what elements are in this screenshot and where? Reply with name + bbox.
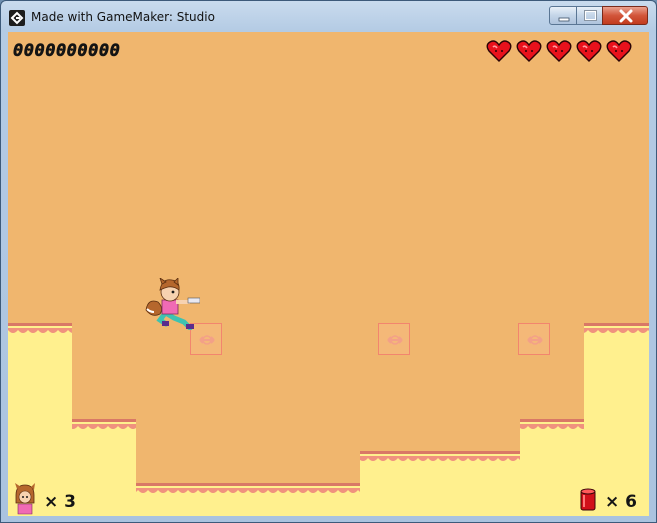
- game-canvas[interactable]: 0000000000 × 3 × 6: [8, 32, 649, 516]
- title-bar[interactable]: Made with GameMaker: Studio: [1, 1, 656, 33]
- heart-icon: [576, 40, 602, 62]
- maximize-button[interactable]: [576, 6, 603, 25]
- terrain: [8, 323, 649, 516]
- heart-icon: [486, 40, 512, 62]
- gamemaker-icon: [9, 10, 25, 26]
- score-counter: 0000000000: [13, 41, 121, 62]
- minimize-button[interactable]: [549, 6, 577, 25]
- heart-icon: [546, 40, 572, 62]
- heart-icon: [516, 40, 542, 62]
- spring-arrows-icon: [387, 335, 403, 345]
- window-title: Made with GameMaker: Studio: [31, 10, 215, 24]
- ammo-canister-icon: [580, 488, 596, 511]
- lives-counter: × 3: [44, 492, 76, 512]
- ammo-counter: × 6: [605, 492, 637, 512]
- game-window: Made with GameMaker: Studio 0000000000 ×…: [0, 0, 657, 523]
- heart-icon: [606, 40, 632, 62]
- player-face-icon: [15, 483, 35, 515]
- spring-pad-3: [518, 323, 550, 355]
- spring-pad-2: [378, 323, 410, 355]
- spring-arrows-icon: [527, 335, 543, 345]
- close-button[interactable]: [602, 6, 648, 25]
- player-character: [145, 278, 200, 330]
- health-hearts: [486, 39, 636, 65]
